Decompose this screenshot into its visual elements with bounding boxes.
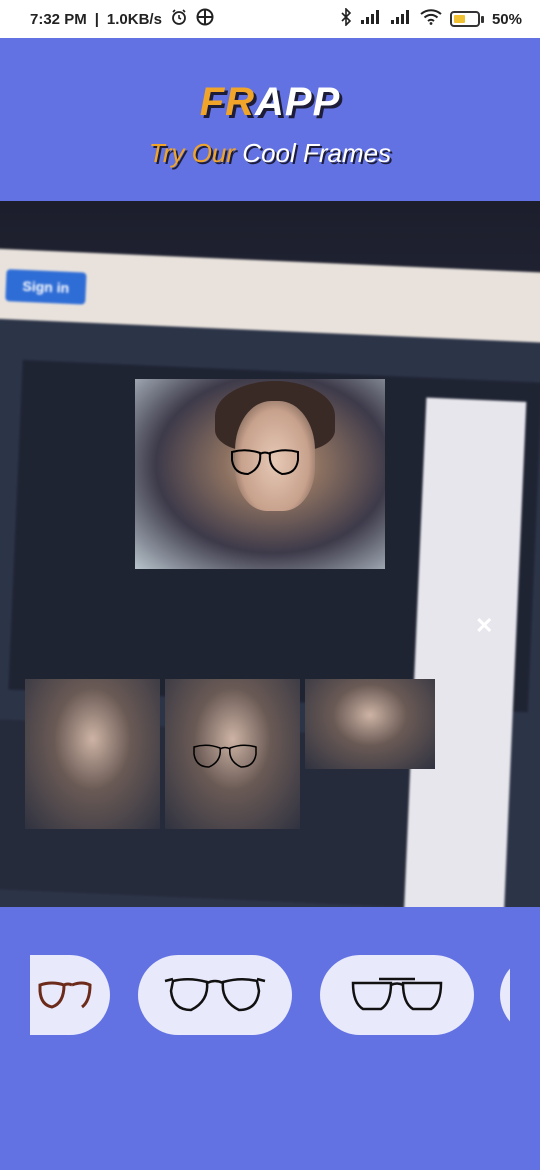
app-title-accent: FR — [199, 80, 256, 124]
browser-toolbar: Sign in — [0, 247, 540, 345]
sign-in-button: Sign in — [5, 269, 87, 305]
related-thumbnail — [25, 679, 160, 829]
status-network-speed: 1.0KB/s — [106, 10, 162, 28]
status-left: 7:32 PM | 1.0KB/s — [30, 8, 214, 30]
camera-preview[interactable]: Sign in ✕ — [0, 201, 540, 907]
tagline-accent: Try Our — [148, 138, 236, 168]
bluetooth-icon — [340, 7, 352, 30]
cat-eye-glasses-icon — [38, 981, 92, 1009]
frame-carousel[interactable] — [0, 907, 540, 1170]
aviator-glasses-icon — [164, 977, 266, 1012]
vpn-icon — [196, 8, 214, 30]
status-right: 50% — [340, 7, 522, 30]
status-bar: 7:32 PM | 1.0KB/s 50% — [0, 0, 540, 38]
signal-icon — [390, 9, 412, 29]
app-tagline: Try Our Cool Frames — [0, 138, 540, 169]
aviator-glasses-overlay-icon — [193, 744, 257, 768]
carousel-edge-left — [0, 907, 30, 1170]
app-title-rest: APP — [255, 80, 341, 124]
status-separator: | — [94, 10, 99, 28]
status-time: 7:32 PM — [30, 10, 87, 28]
alarm-icon — [170, 8, 188, 30]
battery-level-fill — [453, 15, 465, 23]
battery-percent: 50% — [491, 10, 522, 28]
frame-chip-double-bridge[interactable] — [320, 955, 474, 1035]
signal-icon — [360, 9, 382, 29]
related-thumbnail — [305, 679, 435, 769]
tagline-rest: Cool Frames — [235, 138, 392, 168]
aviator-glasses-overlay-icon — [231, 449, 299, 476]
app-title: FRAPP — [0, 80, 540, 125]
close-icon: ✕ — [475, 613, 494, 638]
wifi-icon — [420, 9, 442, 29]
battery-icon — [449, 11, 484, 27]
carousel-edge-right — [510, 907, 540, 1170]
frame-chip-aviator[interactable] — [138, 955, 292, 1035]
double-bridge-glasses-icon — [351, 977, 443, 1011]
app-header: FRAPP Try Our Cool Frames — [0, 38, 540, 201]
